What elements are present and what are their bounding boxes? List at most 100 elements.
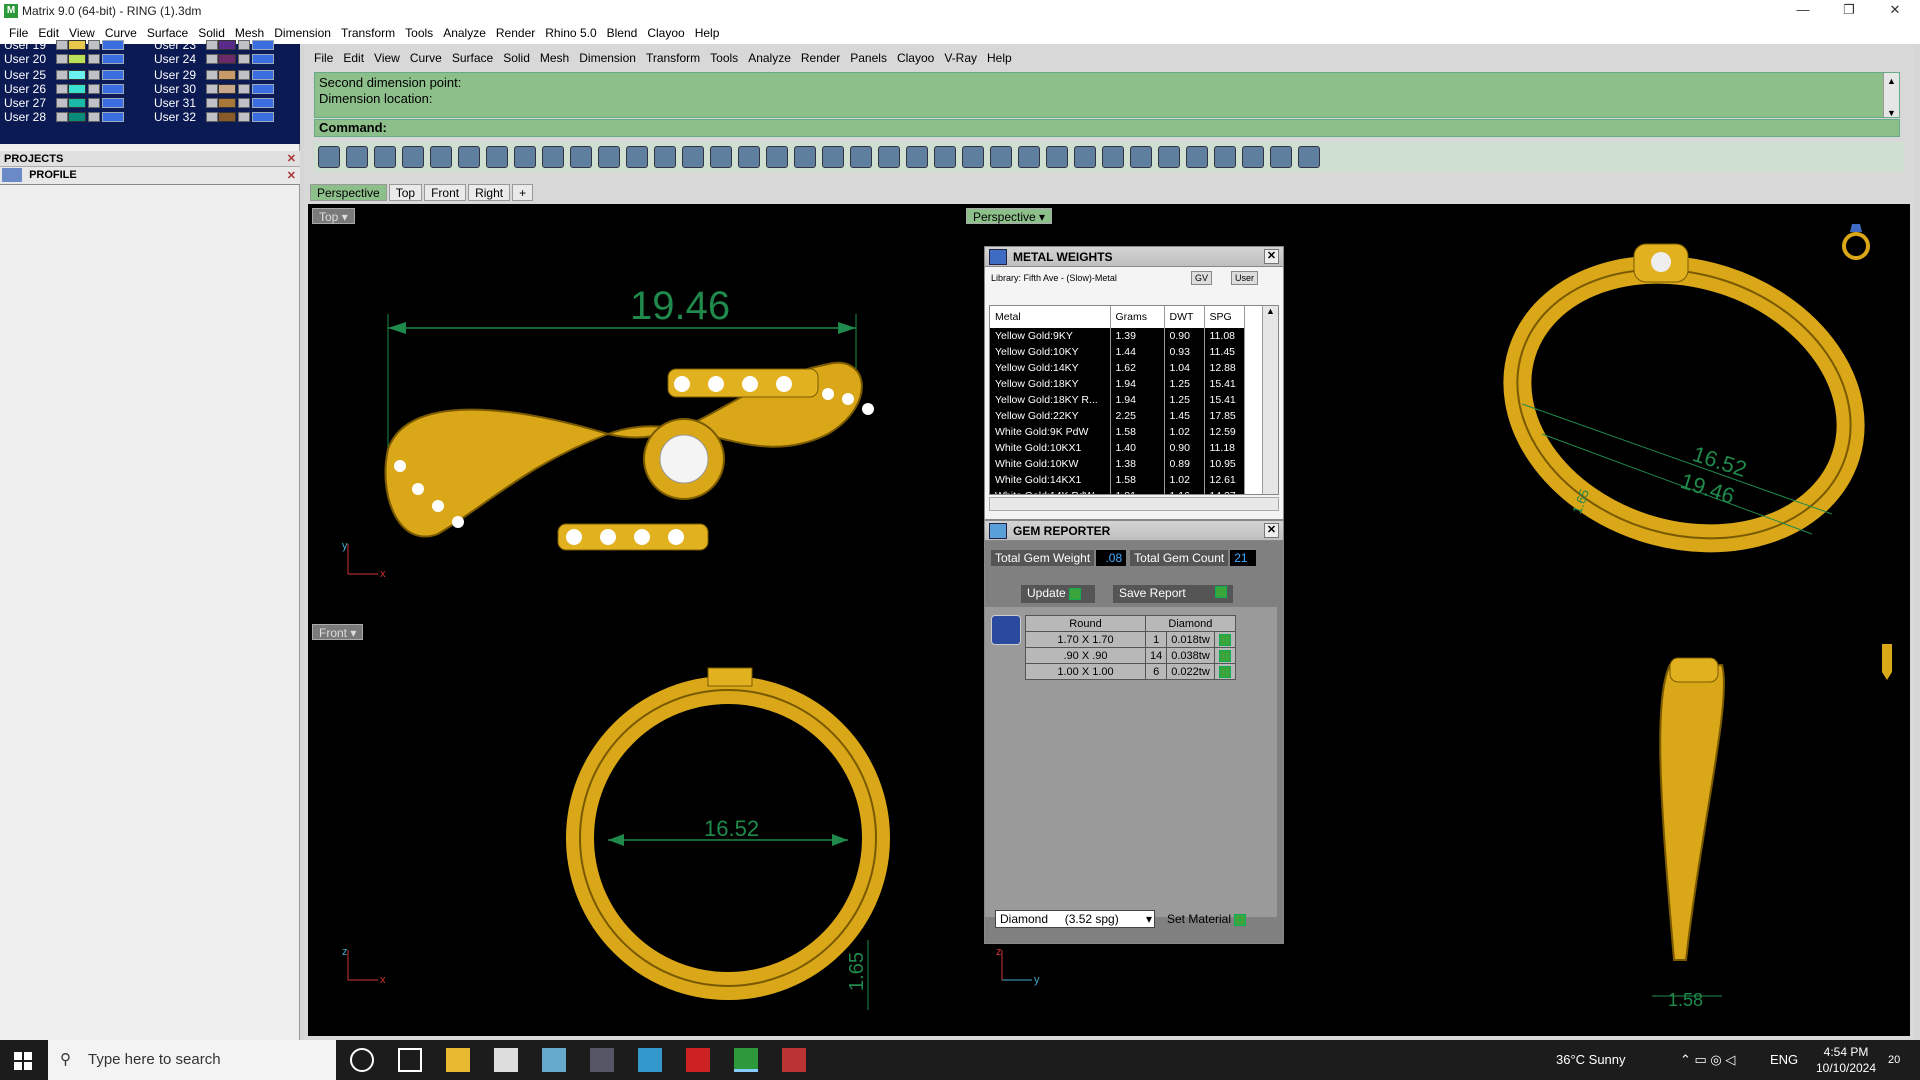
gem-icon[interactable] xyxy=(822,146,844,168)
layer-color-swatch[interactable] xyxy=(68,98,86,108)
menu-analyze[interactable]: Analyze xyxy=(438,26,491,40)
tab-top[interactable]: Top xyxy=(388,184,423,201)
layer-row[interactable]: User 27 xyxy=(0,96,124,110)
menu-help[interactable]: Help xyxy=(690,26,725,40)
layer-visibility-icon[interactable] xyxy=(252,40,274,50)
layer-row[interactable]: User 20 xyxy=(0,52,124,66)
layer-expand-icon[interactable] xyxy=(206,112,218,122)
lock-icon[interactable] xyxy=(238,98,250,108)
table-row[interactable]: Yellow Gold:14KY 1.62 1.04 12.88 xyxy=(990,360,1245,376)
update-button[interactable]: Update xyxy=(1021,585,1095,603)
archive-icon[interactable] xyxy=(782,1048,806,1072)
viewport-top[interactable]: Top ▾ 19.46 y x xyxy=(308,204,958,616)
cube-icon[interactable] xyxy=(1130,146,1152,168)
layer-visibility-icon[interactable] xyxy=(252,54,274,64)
gem-row[interactable]: 1.00 X 1.00 6 0.022tw xyxy=(1025,663,1236,680)
layer-visibility-icon[interactable] xyxy=(102,40,124,50)
menu-help[interactable]: Help xyxy=(982,51,1017,65)
lock-icon[interactable] xyxy=(88,40,100,50)
table-row[interactable]: White Gold:9K PdW 1.58 1.02 12.59 xyxy=(990,424,1245,440)
viewport-front[interactable]: Front ▾ 16.52 1.65 z x xyxy=(308,620,958,1036)
menu-transform[interactable]: Transform xyxy=(641,51,705,65)
layer-row[interactable]: User 28 xyxy=(0,110,124,124)
menu-edit[interactable]: Edit xyxy=(338,51,369,65)
layer-color-swatch[interactable] xyxy=(218,40,236,50)
lock-icon[interactable] xyxy=(238,84,250,94)
layer-visibility-icon[interactable] xyxy=(102,84,124,94)
lock-icon[interactable] xyxy=(88,70,100,80)
lock-icon[interactable] xyxy=(238,40,250,50)
lock-icon[interactable] xyxy=(88,54,100,64)
table-row[interactable]: Yellow Gold:18KY R... 1.94 1.25 15.41 xyxy=(990,392,1245,408)
plane-icon[interactable] xyxy=(318,146,340,168)
set-material-button[interactable]: Set Material xyxy=(1167,912,1247,926)
layer-expand-icon[interactable] xyxy=(56,40,68,50)
menu-dimension[interactable]: Dimension xyxy=(574,51,641,65)
layer-expand-icon[interactable] xyxy=(206,54,218,64)
close-button[interactable]: ✕ xyxy=(1872,0,1918,22)
circle-icon[interactable] xyxy=(346,146,368,168)
gem-row[interactable]: 1.70 X 1.70 1 0.018tw xyxy=(1025,631,1236,648)
layer-visibility-icon[interactable] xyxy=(252,84,274,94)
flip-icon[interactable] xyxy=(654,146,676,168)
cluster-icon[interactable] xyxy=(710,146,732,168)
wall-icon[interactable] xyxy=(878,146,900,168)
layer-row[interactable]: User 26 xyxy=(0,82,124,96)
menu-mesh[interactable]: Mesh xyxy=(535,51,574,65)
sphere2-icon[interactable] xyxy=(1158,146,1180,168)
lock-icon[interactable] xyxy=(88,112,100,122)
close-icon[interactable]: ✕ xyxy=(287,151,296,167)
map-icon[interactable] xyxy=(486,146,508,168)
pin-icon[interactable] xyxy=(1270,146,1292,168)
node-icon[interactable] xyxy=(738,146,760,168)
vertical-scrollbar[interactable]: ▲ xyxy=(1262,306,1278,494)
curve-icon[interactable] xyxy=(374,146,396,168)
table-row[interactable]: Yellow Gold:9KY 1.39 0.90 11.08 xyxy=(990,328,1245,344)
material-select[interactable]: Diamond (3.52 spg) ▾ xyxy=(995,910,1155,928)
texture-icon[interactable] xyxy=(1046,146,1068,168)
layer-expand-icon[interactable] xyxy=(206,84,218,94)
layer-expand-icon[interactable] xyxy=(56,112,68,122)
menu-v-ray[interactable]: V-Ray xyxy=(939,51,982,65)
lock-icon[interactable] xyxy=(88,84,100,94)
frame-icon[interactable] xyxy=(850,146,872,168)
layer-visibility-icon[interactable] xyxy=(252,98,274,108)
close-icon[interactable]: ✕ xyxy=(1264,249,1279,264)
layer-visibility-icon[interactable] xyxy=(102,54,124,64)
menu-tools[interactable]: Tools xyxy=(400,26,438,40)
command-line[interactable]: Command: xyxy=(314,119,1900,137)
column-header[interactable]: DWT xyxy=(1164,306,1205,328)
column-header[interactable]: SPG xyxy=(1204,306,1245,328)
round-gem-icon[interactable] xyxy=(991,615,1021,645)
menu-clayoo[interactable]: Clayoo xyxy=(642,26,689,40)
unlock-icon[interactable] xyxy=(1214,146,1236,168)
layer-row[interactable]: User 32 xyxy=(150,110,274,124)
layer-color-swatch[interactable] xyxy=(68,70,86,80)
save-report-button[interactable]: Save Report xyxy=(1113,585,1233,603)
gem-row[interactable]: .90 X .90 14 0.038tw xyxy=(1025,647,1236,664)
app-icon[interactable] xyxy=(590,1048,614,1072)
layer-color-swatch[interactable] xyxy=(218,70,236,80)
task-view-icon[interactable] xyxy=(398,1048,422,1072)
layer-visibility-icon[interactable] xyxy=(102,112,124,122)
tray-icons[interactable]: ⌃ ▭ ◎ ◁ xyxy=(1680,1040,1735,1080)
profile-header[interactable]: PROFILE ✕ xyxy=(0,167,300,185)
windows-start-icon[interactable] xyxy=(14,1052,32,1070)
lock-icon[interactable] xyxy=(238,112,250,122)
menu-panels[interactable]: Panels xyxy=(845,51,892,65)
layer-expand-icon[interactable] xyxy=(56,98,68,108)
menu-curve[interactable]: Curve xyxy=(405,51,447,65)
layer-color-swatch[interactable] xyxy=(218,84,236,94)
restore-button[interactable]: ❐ xyxy=(1826,0,1872,22)
x-icon[interactable] xyxy=(906,146,928,168)
lock-icon[interactable] xyxy=(238,70,250,80)
horizontal-scrollbar[interactable] xyxy=(989,497,1279,511)
table-row[interactable]: White Gold:10KW 1.38 0.89 10.95 xyxy=(990,456,1245,472)
move-icon[interactable] xyxy=(514,146,536,168)
lock-icon[interactable] xyxy=(238,54,250,64)
menu-solid[interactable]: Solid xyxy=(498,51,535,65)
menu-clayoo[interactable]: Clayoo xyxy=(892,51,939,65)
tab-front[interactable]: Front xyxy=(424,184,467,201)
clock[interactable]: 4:54 PM 10/10/2024 xyxy=(1808,1044,1884,1076)
menu-view[interactable]: View xyxy=(369,51,405,65)
